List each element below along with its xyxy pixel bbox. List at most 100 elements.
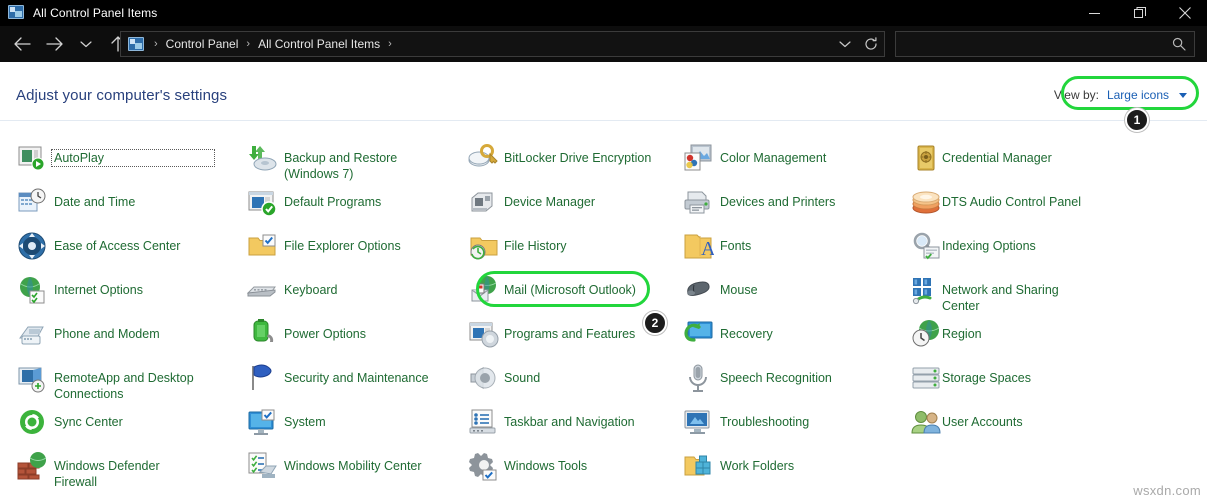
control-panel-item-label[interactable]: Security and Maintenance xyxy=(282,370,444,386)
windows-defender-firewall-icon xyxy=(16,450,48,482)
control-panel-item-work-folders[interactable]: Work Folders xyxy=(682,455,880,482)
control-panel-item-label[interactable]: System xyxy=(282,414,444,430)
control-panel-item-storage-spaces[interactable]: Storage Spaces xyxy=(910,367,1096,394)
control-panel-item-autoplay[interactable]: AutoPlay xyxy=(16,146,215,174)
control-panel-item-label[interactable]: Default Programs xyxy=(282,194,444,210)
control-panel-item-sync-center[interactable]: Sync Center xyxy=(16,410,214,438)
search-icon[interactable] xyxy=(1168,33,1190,55)
control-panel-item-recovery[interactable]: Recovery xyxy=(682,321,880,350)
control-panel-item-label[interactable]: File History xyxy=(502,238,662,254)
control-panel-item-label[interactable]: AutoPlay xyxy=(51,149,215,167)
address-chevron-down-icon[interactable] xyxy=(832,32,858,56)
color-management-icon xyxy=(682,142,714,174)
control-panel-item-label[interactable]: Fonts xyxy=(718,238,880,254)
control-panel-item-label[interactable]: Indexing Options xyxy=(940,238,1096,254)
refresh-icon[interactable] xyxy=(858,32,884,56)
control-panel-item-fonts[interactable]: A Fonts xyxy=(682,234,880,262)
power-options-icon xyxy=(246,318,278,350)
control-panel-item-speech-recognition[interactable]: Speech Recognition xyxy=(682,364,880,394)
control-panel-item-label[interactable]: Ease of Access Center xyxy=(52,238,214,254)
control-panel-item-label[interactable]: Storage Spaces xyxy=(940,370,1096,386)
control-panel-item-label[interactable]: Work Folders xyxy=(718,458,880,474)
control-panel-item-label[interactable]: Credential Manager xyxy=(940,150,1096,166)
control-panel-item-label[interactable]: Color Management xyxy=(718,150,880,166)
control-panel-item-keyboard[interactable]: Keyboard xyxy=(246,282,444,306)
control-panel-item-label[interactable]: Date and Time xyxy=(52,194,214,210)
control-panel-item-label[interactable]: Mail (Microsoft Outlook) xyxy=(502,282,662,298)
taskbar-and-navigation-icon xyxy=(468,406,500,438)
control-panel-item-credential-manager[interactable]: Credential Manager xyxy=(910,145,1096,174)
forward-arrow-icon[interactable] xyxy=(38,28,70,60)
control-panel-item-label[interactable]: Windows Mobility Center xyxy=(282,458,444,474)
control-panel-item-label[interactable]: User Accounts xyxy=(940,414,1096,430)
control-panel-item-label[interactable]: Internet Options xyxy=(52,282,214,298)
back-arrow-icon[interactable] xyxy=(6,28,38,60)
control-panel-item-dts-audio-control-panel[interactable]: DTS Audio Control Panel xyxy=(910,191,1096,218)
control-panel-item-label[interactable]: Speech Recognition xyxy=(718,370,880,386)
control-panel-item-mail[interactable]: Mail (Microsoft Outlook) xyxy=(468,276,662,306)
control-panel-item-label[interactable]: File Explorer Options xyxy=(282,238,444,254)
breadcrumb-item-all-control-panel-items[interactable]: All Control Panel Items xyxy=(256,37,382,51)
view-by-value[interactable]: Large icons xyxy=(1107,88,1169,102)
control-panel-item-windows-defender-firewall[interactable]: Windows Defender Firewall xyxy=(16,452,214,490)
control-panel-item-label[interactable]: Backup and Restore (Windows 7) xyxy=(282,150,444,182)
control-panel-item-label[interactable]: Programs and Features xyxy=(502,326,662,342)
restore-icon[interactable] xyxy=(1117,0,1162,26)
control-panel-item-bitlocker-drive-encryption[interactable]: BitLocker Drive Encryption xyxy=(468,144,662,174)
control-panel-item-label[interactable]: Sync Center xyxy=(52,414,214,430)
control-panel-item-region[interactable]: Region xyxy=(910,320,1096,350)
control-panel-item-label[interactable]: Taskbar and Navigation xyxy=(502,414,662,430)
control-panel-item-sound[interactable]: Sound xyxy=(468,366,662,394)
control-panel-item-indexing-options[interactable]: Indexing Options xyxy=(910,232,1096,262)
control-panel-item-internet-options[interactable]: Internet Options xyxy=(16,277,214,306)
control-panel-item-network-and-sharing-center[interactable]: Network and Sharing Center xyxy=(910,278,1096,314)
close-icon[interactable] xyxy=(1162,0,1207,26)
breadcrumb-item-control-panel[interactable]: Control Panel xyxy=(164,37,241,51)
search-input[interactable] xyxy=(896,33,1168,55)
security-and-maintenance-icon xyxy=(246,362,278,394)
control-panel-item-windows-tools[interactable]: Windows Tools xyxy=(468,453,662,482)
control-panel-item-label[interactable]: Network and Sharing Center xyxy=(940,282,1096,314)
control-panel-item-label[interactable]: Power Options xyxy=(282,326,444,342)
control-panel-item-label[interactable]: Devices and Printers xyxy=(718,194,880,210)
control-panel-item-power-options[interactable]: Power Options xyxy=(246,319,444,350)
control-panel-item-ease-of-access-center[interactable]: Ease of Access Center xyxy=(16,232,214,262)
control-panel-item-taskbar-and-navigation[interactable]: Taskbar and Navigation xyxy=(468,409,662,438)
control-panel-item-label[interactable]: Region xyxy=(940,326,1096,342)
control-panel-item-file-history[interactable]: File History xyxy=(468,237,662,262)
control-panel-item-label[interactable]: RemoteApp and Desktop Connections xyxy=(52,370,214,402)
view-by-dropdown[interactable]: View by: Large icons xyxy=(1054,88,1187,102)
control-panel-item-label[interactable]: Keyboard xyxy=(282,282,444,298)
control-panel-item-system[interactable]: System xyxy=(246,409,444,438)
control-panel-item-device-manager[interactable]: Device Manager xyxy=(468,192,662,218)
control-panel-item-label[interactable]: Mouse xyxy=(718,282,880,298)
control-panel-item-label[interactable]: Windows Defender Firewall xyxy=(52,458,214,490)
control-panel-item-default-programs[interactable]: Default Programs xyxy=(246,191,444,218)
control-panel-item-label[interactable]: Windows Tools xyxy=(502,458,662,474)
control-panel-item-mouse[interactable]: Mouse xyxy=(682,281,880,306)
control-panel-item-programs-and-features[interactable]: Programs and Features xyxy=(468,322,662,350)
search-box[interactable] xyxy=(895,31,1195,57)
control-panel-item-label[interactable]: Phone and Modem xyxy=(52,326,214,342)
control-panel-item-phone-and-modem[interactable]: Phone and Modem xyxy=(16,326,214,350)
control-panel-item-devices-and-printers[interactable]: Devices and Printers xyxy=(682,191,880,218)
control-panel-item-date-and-time[interactable]: Date and Time xyxy=(16,188,214,218)
control-panel-item-windows-mobility-center[interactable]: Windows Mobility Center xyxy=(246,452,444,482)
control-panel-item-label[interactable]: Troubleshooting xyxy=(718,414,880,430)
control-panel-item-label[interactable]: DTS Audio Control Panel xyxy=(940,194,1096,210)
control-panel-item-label[interactable]: Device Manager xyxy=(502,194,662,210)
control-panel-item-user-accounts[interactable]: User Accounts xyxy=(910,411,1096,438)
control-panel-item-file-explorer-options[interactable]: File Explorer Options xyxy=(246,234,444,262)
control-panel-item-label[interactable]: BitLocker Drive Encryption xyxy=(502,150,662,166)
chevron-down-icon[interactable] xyxy=(1179,92,1187,98)
control-panel-item-color-management[interactable]: Color Management xyxy=(682,144,880,174)
control-panel-item-troubleshooting[interactable]: Troubleshooting xyxy=(682,410,880,438)
minimize-icon[interactable] xyxy=(1072,0,1117,26)
control-panel-item-backup-and-restore[interactable]: Backup and Restore (Windows 7) xyxy=(246,146,444,182)
control-panel-item-remoteapp-and-desktop-connections[interactable]: RemoteApp and Desktop Connections xyxy=(16,367,214,402)
recent-locations-chevron-down-icon[interactable] xyxy=(70,28,102,60)
control-panel-item-label[interactable]: Recovery xyxy=(718,326,880,342)
control-panel-item-security-and-maintenance[interactable]: Security and Maintenance xyxy=(246,364,444,394)
address-bar[interactable]: › Control Panel › All Control Panel Item… xyxy=(120,31,885,57)
control-panel-item-label[interactable]: Sound xyxy=(502,370,662,386)
